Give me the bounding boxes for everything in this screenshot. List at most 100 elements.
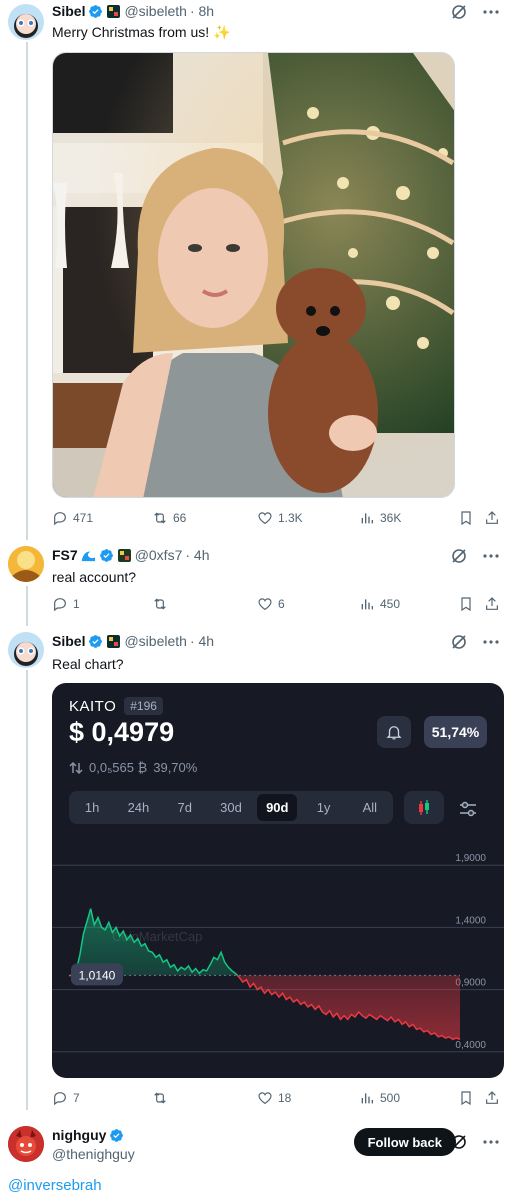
views-icon [361, 599, 373, 610]
post-time[interactable]: · 8h [190, 3, 214, 19]
share-icon [486, 597, 498, 610]
y-tick-label: 0,9000 [455, 978, 486, 989]
author-name[interactable]: Sibel [52, 3, 85, 19]
reply-button[interactable]: 471 [52, 510, 93, 526]
avatar[interactable] [8, 1126, 44, 1162]
grok-icon[interactable] [450, 3, 468, 21]
start-price-label: 1,0140 [79, 968, 116, 982]
post-text: Merry Christmas from us! ✨ [52, 24, 231, 40]
wave-emoji-icon [81, 551, 95, 561]
grok-icon[interactable] [450, 633, 468, 651]
affiliate-badge-icon [107, 634, 121, 648]
user-name[interactable]: nighguy [52, 1127, 106, 1143]
candlestick-toggle[interactable] [404, 791, 444, 824]
more-icon[interactable] [482, 1133, 500, 1151]
repost-icon [154, 1092, 166, 1104]
bell-icon [386, 726, 402, 740]
affiliate-badge-icon [117, 548, 131, 562]
timeframe-tab-All[interactable]: All [350, 794, 390, 821]
follow-back-button[interactable]: Follow back [353, 1128, 456, 1156]
affiliate-badge-icon [107, 4, 121, 18]
heart-icon [258, 598, 272, 611]
verified-badge-icon [89, 634, 103, 648]
heart-icon [258, 512, 272, 525]
y-tick-label: 1,4000 [455, 915, 486, 926]
share-button[interactable] [484, 510, 500, 526]
sliders-icon [460, 801, 476, 817]
repost-icon [154, 512, 166, 524]
bookmark-icon [461, 597, 471, 612]
btc-price: 0,0₅565 ₿ [89, 760, 148, 775]
more-icon[interactable] [482, 3, 500, 21]
reply-button[interactable]: 7 [52, 1090, 80, 1106]
author-name[interactable]: Sibel [52, 633, 85, 649]
views-count: 450 [380, 597, 401, 611]
verified-badge-icon [89, 4, 103, 18]
author-name[interactable]: FS7 [52, 547, 78, 563]
timeframe-tab-90d[interactable]: 90d [257, 794, 298, 821]
reply-icon [54, 598, 66, 612]
timeframe-tab-1y[interactable]: 1y [303, 794, 343, 821]
price-chart-card[interactable]: KAITO #196 $ 0,4979 0,0₅565 ₿ 39,70% 51,… [52, 683, 504, 1078]
bookmark-button[interactable] [458, 1090, 474, 1106]
thread-line [26, 586, 28, 626]
post-photo[interactable] [52, 52, 455, 498]
alert-button[interactable] [377, 716, 411, 748]
price-chart[interactable]: 1,90001,40000,90000,4000CoinMarketCap1,0… [52, 843, 504, 1068]
timeframe-tabs: 1h 24h 7d 30d 90d 1y All [69, 791, 393, 824]
views-count: 36K [380, 511, 402, 525]
views-count: 500 [380, 1091, 401, 1105]
mention-link[interactable]: @inversebrah [8, 1177, 102, 1194]
post-time[interactable]: · 4h [185, 547, 209, 563]
bookmark-button[interactable] [458, 510, 474, 526]
author-handle[interactable]: @sibeleth [124, 3, 186, 19]
repost-button[interactable]: 66 [152, 510, 186, 526]
user-handle[interactable]: @thenighguy [52, 1146, 135, 1162]
avatar[interactable] [8, 632, 44, 668]
author-handle[interactable]: @sibeleth [124, 633, 186, 649]
like-button[interactable]: 6 [257, 596, 285, 612]
views-icon [361, 1093, 373, 1104]
more-icon[interactable] [482, 633, 500, 651]
repost-button[interactable] [152, 1090, 168, 1106]
ticker-symbol: KAITO [69, 697, 117, 715]
btc-change: 39,70% [153, 760, 198, 775]
bookmark-icon [461, 1091, 471, 1106]
heart-icon [258, 1092, 272, 1105]
like-count: 6 [278, 597, 285, 611]
share-button[interactable] [484, 596, 500, 612]
like-button[interactable]: 1.3K [257, 510, 303, 526]
post-time[interactable]: · 4h [190, 633, 214, 649]
change-badge: 51,74% [424, 716, 487, 748]
candlestick-icon [419, 799, 429, 815]
timeframe-tab-1h[interactable]: 1h [72, 794, 112, 821]
grok-icon[interactable] [450, 1133, 468, 1151]
share-button[interactable] [484, 1090, 500, 1106]
verified-badge-icon [110, 1128, 124, 1142]
timeframe-tab-30d[interactable]: 30d [211, 794, 251, 821]
timeframe-tab-24h[interactable]: 24h [118, 794, 158, 821]
bookmark-button[interactable] [458, 596, 474, 612]
repost-button[interactable] [152, 596, 168, 612]
like-button[interactable]: 18 [257, 1090, 291, 1106]
avatar[interactable] [8, 4, 44, 40]
post-actions: 7 18 500 [52, 1090, 504, 1110]
chart-settings-button[interactable] [456, 797, 480, 821]
reply-icon [54, 1092, 66, 1106]
post-actions: 1 6 450 [52, 596, 504, 616]
reply-count: 1 [73, 597, 80, 611]
reply-button[interactable]: 1 [52, 596, 80, 612]
grok-icon[interactable] [450, 547, 468, 565]
y-tick-label: 1,9000 [455, 853, 486, 864]
timeframe-tab-7d[interactable]: 7d [165, 794, 205, 821]
avatar[interactable] [8, 546, 44, 582]
views-button[interactable]: 36K [359, 510, 401, 526]
bookmark-icon [461, 511, 471, 526]
more-icon[interactable] [482, 547, 500, 565]
views-button[interactable]: 450 [359, 596, 400, 612]
rank-badge: #196 [124, 697, 163, 715]
price-value: $ 0,4979 [69, 717, 175, 747]
post-text: Real chart? [52, 656, 124, 672]
views-button[interactable]: 500 [359, 1090, 400, 1106]
author-handle[interactable]: @0xfs7 [135, 547, 183, 563]
